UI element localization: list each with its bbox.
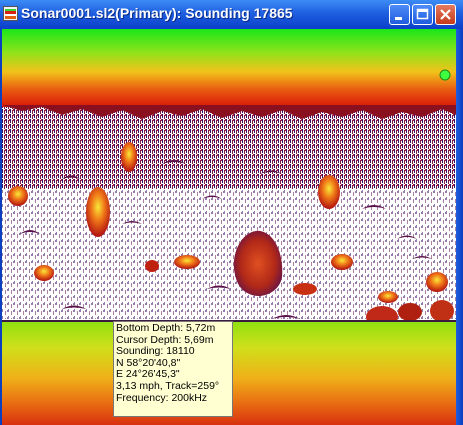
bottom-depth-readout: Bottom Depth: 5,72m bbox=[116, 322, 216, 334]
fish-target bbox=[174, 255, 200, 269]
fish-target bbox=[426, 272, 448, 292]
minimize-icon bbox=[395, 17, 402, 20]
fish-target bbox=[34, 265, 54, 281]
bottom-structure bbox=[398, 303, 422, 321]
minimize-button[interactable] bbox=[389, 4, 410, 25]
fish-target bbox=[318, 175, 340, 209]
fish-target bbox=[86, 187, 110, 237]
sonar-window: Sonar0001.sl2(Primary): Sounding 17865 B… bbox=[0, 0, 463, 425]
close-button[interactable] bbox=[435, 4, 456, 25]
surface-band bbox=[2, 29, 456, 107]
close-icon bbox=[440, 9, 451, 20]
speed-track-readout: 3,13 mph, Track=259° bbox=[116, 379, 220, 392]
title-bar[interactable]: Sonar0001.sl2(Primary): Sounding 17865 bbox=[0, 0, 463, 29]
cursor-readout-tooltip: Bottom Depth: 5,72m Cursor Depth: 5,69m … bbox=[113, 321, 233, 417]
bottom-structure bbox=[430, 300, 454, 322]
fish-target bbox=[145, 260, 159, 272]
fish-target bbox=[378, 291, 398, 303]
maximize-button[interactable] bbox=[412, 4, 433, 25]
cursor-marker[interactable] bbox=[439, 69, 451, 81]
frequency-readout: Frequency: 200kHz bbox=[116, 391, 208, 404]
maximize-icon bbox=[416, 8, 429, 20]
fish-target bbox=[331, 254, 353, 270]
fish-target bbox=[121, 142, 137, 172]
fish-target bbox=[8, 186, 28, 206]
sonar-app-icon bbox=[3, 6, 18, 21]
fish-target bbox=[293, 283, 317, 295]
window-frame-right bbox=[456, 29, 463, 425]
window-title: Sonar0001.sl2(Primary): Sounding 17865 bbox=[21, 5, 293, 21]
